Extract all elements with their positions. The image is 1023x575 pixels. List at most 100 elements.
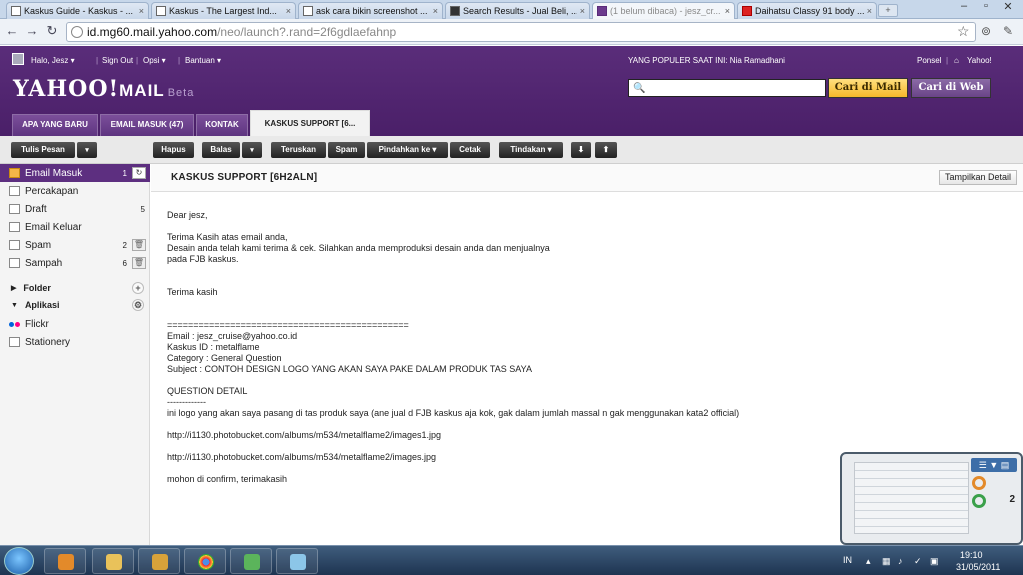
close-icon[interactable]: × bbox=[725, 6, 730, 16]
sidebar-item-inbox[interactable]: Email Masuk 1 ↻ bbox=[0, 164, 150, 182]
gadget-controls[interactable]: ☰ ▼ ▤ bbox=[971, 458, 1017, 472]
notes-gadget[interactable]: ☰ ▼ ▤ 2 bbox=[840, 452, 1023, 545]
reload-button[interactable]: ↻ bbox=[44, 23, 60, 39]
move-to-button[interactable]: Pindahkan ke ▾ bbox=[367, 142, 448, 158]
browser-tab-active[interactable]: (1 belum dibaca) - jesz_cr... × bbox=[592, 2, 735, 19]
yahoo-home-link[interactable]: Yahoo! bbox=[967, 56, 992, 65]
sidebar-item-conversations[interactable]: Percakapan bbox=[0, 182, 150, 200]
start-button[interactable] bbox=[4, 547, 34, 575]
body-line: Dear jesz, bbox=[167, 210, 208, 220]
actions-button[interactable]: Tindakan ▾ bbox=[499, 142, 563, 158]
mail-toolbar: Tulis Pesan ▾ Hapus Balas ▾ Teruskan Spa… bbox=[0, 136, 1023, 164]
network-icon[interactable]: ▦ bbox=[882, 556, 892, 566]
yahoo-mail-logo[interactable]: YAHOO!MAIL Beta bbox=[13, 76, 194, 102]
body-link[interactable]: http://i1130.photobucket.com/albums/m534… bbox=[167, 430, 987, 441]
options-menu[interactable]: Opsi ▾ bbox=[143, 56, 166, 65]
browser-tab[interactable]: ask cara bikin screenshot ... × bbox=[298, 2, 443, 19]
sidebar-item-drafts[interactable]: Draft 5 bbox=[0, 200, 150, 218]
sidebar-item-stationery[interactable]: Stationery bbox=[0, 333, 150, 351]
minimize-button[interactable]: – bbox=[953, 0, 975, 12]
search-input[interactable]: 🔍 bbox=[628, 79, 826, 97]
taskbar-app[interactable] bbox=[276, 548, 318, 574]
delete-button[interactable]: Hapus bbox=[153, 142, 194, 158]
greeting-menu[interactable]: Halo, Jesz ▾ bbox=[31, 56, 75, 65]
tab-inbox[interactable]: EMAIL MASUK (47) bbox=[100, 114, 194, 136]
back-button[interactable]: ← bbox=[4, 23, 20, 39]
yahoo-icon bbox=[597, 6, 607, 16]
sign-out-link[interactable]: Sign Out bbox=[102, 56, 133, 65]
previous-message-button[interactable]: ⬆ bbox=[595, 142, 617, 158]
sidebar-item-trash[interactable]: Sampah 6 🗑 bbox=[0, 254, 150, 272]
close-icon[interactable]: × bbox=[580, 6, 585, 16]
search-mail-button[interactable]: Cari di Mail bbox=[828, 78, 908, 98]
url-path: /neo/launch?.rand=2f6gdlaefahnp bbox=[217, 25, 397, 39]
new-tab-button[interactable]: + bbox=[878, 4, 898, 17]
body-line bbox=[167, 375, 987, 386]
tab-whats-new[interactable]: APA YANG BARU bbox=[12, 114, 98, 136]
spam-button[interactable]: Spam bbox=[328, 142, 365, 158]
user-avatar bbox=[12, 53, 24, 65]
tab-contacts[interactable]: KONTAK bbox=[196, 114, 248, 136]
browser-tab[interactable]: Daihatsu Classy 91 body ... × bbox=[737, 2, 877, 19]
close-icon[interactable]: × bbox=[433, 6, 438, 16]
apps-section[interactable]: ▼ Aplikasi ⚙ bbox=[0, 297, 150, 313]
reply-menu-button[interactable]: ▾ bbox=[242, 142, 262, 158]
sidebar-item-spam[interactable]: Spam 2 🗑 bbox=[0, 236, 150, 254]
folder-section[interactable]: ▶ Folder + bbox=[0, 280, 150, 296]
recycle-icon[interactable] bbox=[972, 494, 986, 508]
spam-count: 2 bbox=[122, 240, 127, 250]
compose-menu-button[interactable]: ▾ bbox=[77, 142, 97, 158]
volume-icon[interactable]: ♪ bbox=[898, 556, 908, 566]
forward-button[interactable]: Teruskan bbox=[271, 142, 326, 158]
refresh-icon[interactable]: ↻ bbox=[132, 167, 146, 179]
close-icon[interactable]: × bbox=[286, 6, 291, 16]
print-button[interactable]: Cetak bbox=[450, 142, 490, 158]
taskbar-app[interactable] bbox=[138, 548, 180, 574]
browser-tab[interactable]: Kaskus - The Largest Ind... × bbox=[151, 2, 296, 19]
logo-mail-text: MAIL bbox=[119, 81, 165, 100]
inbox-icon bbox=[9, 168, 20, 178]
browser-tab[interactable]: Kaskus Guide - Kaskus - ... × bbox=[6, 2, 149, 19]
close-icon[interactable]: × bbox=[867, 6, 872, 16]
search-web-button[interactable]: Cari di Web bbox=[911, 78, 991, 98]
maximize-button[interactable]: ▫ bbox=[975, 0, 997, 12]
address-bar[interactable]: id.mg60.mail.yahoo.com/neo/launch?.rand=… bbox=[66, 22, 976, 42]
next-message-button[interactable]: ⬇ bbox=[571, 142, 591, 158]
show-hidden-icon[interactable]: ▴ bbox=[866, 556, 876, 566]
language-indicator[interactable]: IN bbox=[843, 555, 852, 565]
close-window-button[interactable]: ✕ bbox=[997, 0, 1019, 13]
browser-tab[interactable]: Search Results - Jual Beli, ... × bbox=[445, 2, 590, 19]
compose-button[interactable]: Tulis Pesan bbox=[11, 142, 75, 158]
trending-text[interactable]: YANG POPULER SAAT INI: Nia Ramadhani bbox=[628, 56, 785, 65]
bookmark-star-icon[interactable]: ☆ bbox=[957, 23, 970, 40]
page-menu-icon[interactable]: ⊚ bbox=[981, 24, 991, 38]
home-icon[interactable]: ⌂ bbox=[954, 56, 959, 65]
gear-icon[interactable]: ⚙ bbox=[132, 299, 144, 311]
help-menu[interactable]: Bantuan ▾ bbox=[185, 56, 221, 65]
clock-date[interactable]: 31/05/2011 bbox=[956, 562, 1000, 572]
body-line: Subject : CONTOH DESIGN LOGO YANG AKAN S… bbox=[167, 364, 532, 374]
yahoo-header: Halo, Jesz ▾ | Sign Out | Opsi ▾ | Bantu… bbox=[0, 46, 1023, 136]
sidebar-item-sent[interactable]: Email Keluar bbox=[0, 218, 150, 236]
trash-icon[interactable]: 🗑 bbox=[132, 239, 146, 251]
forward-button[interactable]: → bbox=[24, 23, 40, 39]
close-icon[interactable]: × bbox=[139, 6, 144, 16]
taskbar-app[interactable] bbox=[92, 548, 134, 574]
tab-message[interactable]: KASKUS SUPPORT [6... bbox=[250, 110, 370, 136]
reply-button[interactable]: Balas bbox=[202, 142, 240, 158]
security-icon[interactable]: ✓ bbox=[914, 556, 924, 566]
refresh-icon[interactable] bbox=[972, 476, 986, 490]
trash-icon[interactable]: 🗑 bbox=[132, 257, 146, 269]
add-folder-icon[interactable]: + bbox=[132, 282, 144, 294]
device-icon[interactable]: ▣ bbox=[930, 556, 940, 566]
wrench-icon[interactable]: ✎ bbox=[1003, 24, 1013, 38]
body-line: ========================================… bbox=[167, 320, 409, 330]
browser-tab-strip: Kaskus Guide - Kaskus - ... × Kaskus - T… bbox=[0, 0, 1023, 19]
mobile-link[interactable]: Ponsel bbox=[917, 56, 941, 65]
show-details-button[interactable]: Tampilkan Detail bbox=[938, 170, 1017, 185]
taskbar-app[interactable] bbox=[230, 548, 272, 574]
clock-time[interactable]: 19:10 bbox=[960, 550, 983, 560]
sidebar-item-flickr[interactable]: Flickr bbox=[0, 315, 150, 333]
taskbar-app[interactable] bbox=[184, 548, 226, 574]
taskbar-app[interactable] bbox=[44, 548, 86, 574]
